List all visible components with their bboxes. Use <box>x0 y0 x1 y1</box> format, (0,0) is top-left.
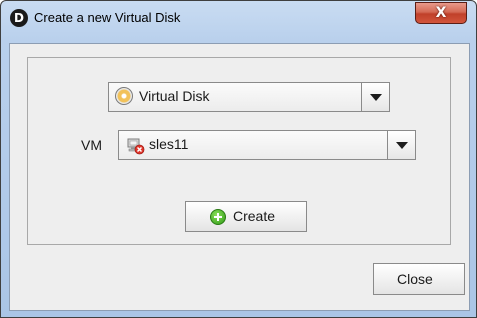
dialog-window: D Create a new Virtual Disk X Virtual Di… <box>0 0 477 318</box>
window-close-button[interactable]: X <box>415 2 467 24</box>
title-bar[interactable]: D Create a new Virtual Disk X <box>1 1 476 41</box>
disk-type-value: Virtual Disk <box>139 88 210 104</box>
disk-type-dropdown[interactable]: Virtual Disk <box>108 82 390 112</box>
dialog-content: Virtual Disk VM sles11 Create Close <box>9 43 470 311</box>
close-button-label: Close <box>397 271 433 287</box>
disk-type-dropdown-arrow[interactable] <box>361 83 389 111</box>
virtual-disk-icon <box>115 87 133 105</box>
app-logo-icon: D <box>10 9 28 27</box>
chevron-down-icon <box>396 142 408 149</box>
vm-error-icon <box>127 138 145 155</box>
plus-circle-icon <box>210 209 226 225</box>
vm-value: sles11 <box>149 136 189 152</box>
disk-type-field[interactable]: Virtual Disk <box>109 83 361 111</box>
close-button[interactable]: Close <box>373 263 465 295</box>
create-button-label: Create <box>233 208 276 224</box>
vm-label: VM <box>81 137 102 153</box>
vm-field[interactable]: sles11 <box>119 131 387 159</box>
create-button[interactable]: Create <box>185 201 307 232</box>
vm-dropdown[interactable]: sles11 <box>118 130 416 160</box>
close-icon: X <box>435 5 447 21</box>
window-title: Create a new Virtual Disk <box>34 10 181 25</box>
options-panel: Virtual Disk VM sles11 Create <box>27 57 451 245</box>
chevron-down-icon <box>370 94 382 101</box>
vm-dropdown-arrow[interactable] <box>387 131 415 159</box>
